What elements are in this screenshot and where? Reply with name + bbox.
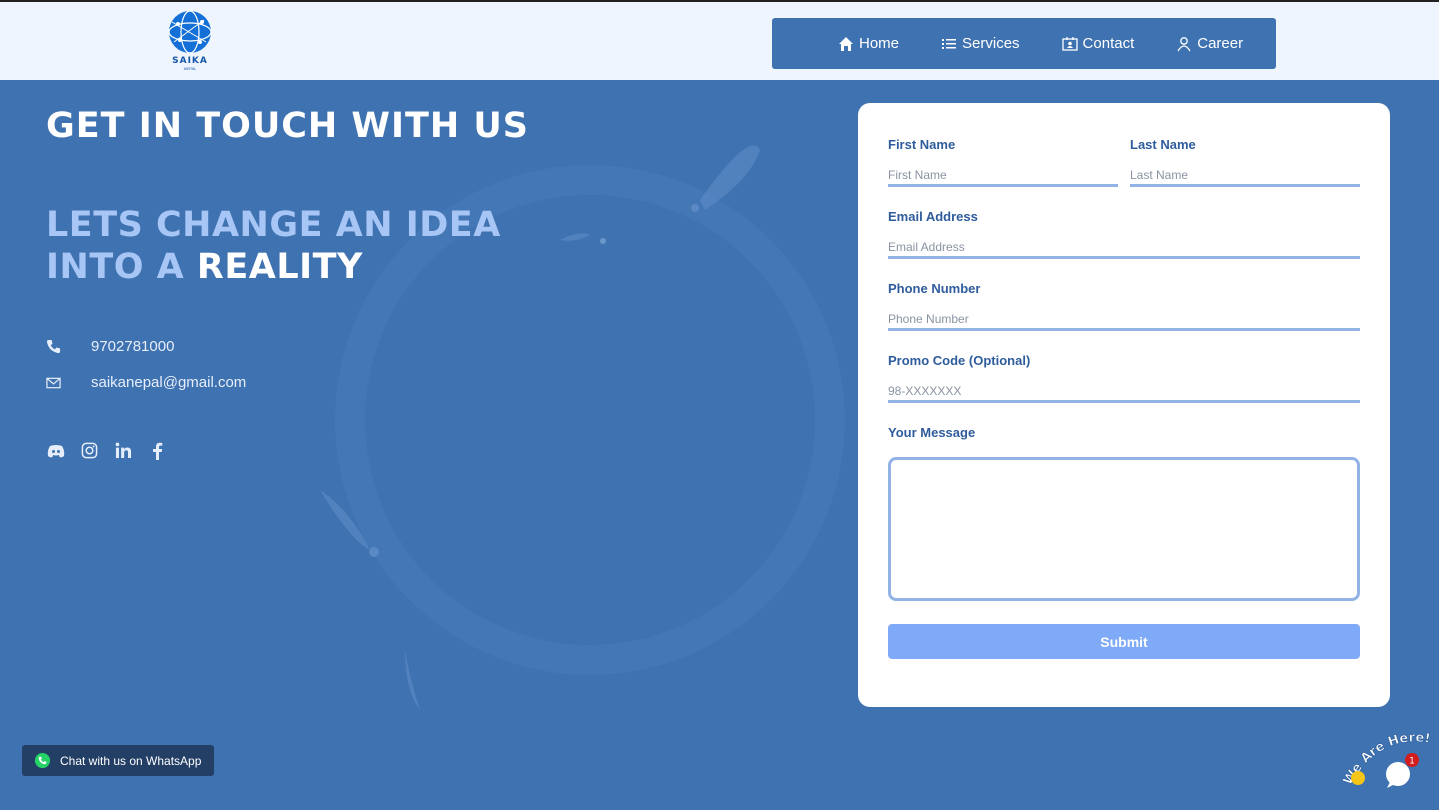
tagline-line2: INTO A REALITY xyxy=(46,246,501,288)
logo-text: SAIKA xyxy=(172,56,208,66)
tagline: LETS CHANGE AN IDEA INTO A REALITY xyxy=(46,204,501,288)
tagline-line1: LETS CHANGE AN IDEA xyxy=(46,205,501,245)
nav-services[interactable]: Services xyxy=(941,35,1020,52)
email-input[interactable] xyxy=(888,237,1360,259)
globe-icon xyxy=(168,10,212,54)
nav-contact-label: Contact xyxy=(1082,35,1135,52)
home-icon xyxy=(839,36,853,51)
message-textarea[interactable] xyxy=(888,457,1360,601)
nav-contact[interactable]: Contact xyxy=(1061,35,1135,52)
page-title: GET IN TOUCH WITH US xyxy=(46,106,530,146)
list-icon xyxy=(942,38,957,49)
saika-logo[interactable]: SAIKA NEPAL xyxy=(166,10,214,74)
phone-number: 9702781000 xyxy=(91,338,175,355)
tagline-part2: INTO A xyxy=(46,247,197,287)
whatsapp-icon xyxy=(34,752,51,769)
submit-button[interactable]: Submit xyxy=(888,624,1360,659)
whatsapp-label: Chat with us on WhatsApp xyxy=(60,753,202,768)
user-icon xyxy=(1177,36,1191,51)
email-address: saikanepal@gmail.com xyxy=(91,374,247,391)
linkedin-icon[interactable] xyxy=(114,441,133,460)
email-label: Email Address xyxy=(888,209,978,224)
wave-hand-icon xyxy=(1351,771,1365,785)
nav-home-label: Home xyxy=(859,35,900,52)
chat-bubble-icon xyxy=(1386,762,1410,788)
last-name-input[interactable] xyxy=(1130,165,1360,187)
phone-icon xyxy=(46,339,91,354)
logo-subtext: NEPAL xyxy=(183,66,197,71)
nav-services-label: Services xyxy=(962,35,1020,52)
discord-icon[interactable] xyxy=(46,441,65,460)
phone-row[interactable]: 9702781000 xyxy=(46,338,174,355)
message-label: Your Message xyxy=(888,425,976,440)
phone-label: Phone Number xyxy=(888,281,981,296)
nav-career[interactable]: Career xyxy=(1176,35,1243,52)
mail-icon xyxy=(46,377,91,389)
phone-input[interactable] xyxy=(888,309,1360,331)
facebook-icon[interactable] xyxy=(148,441,167,460)
promo-code-label: Promo Code (Optional) xyxy=(888,353,1031,368)
contact-card-icon xyxy=(1061,36,1078,51)
tagline-highlight: REALITY xyxy=(196,247,363,287)
main-nav: Home Services Contact Career xyxy=(772,18,1276,69)
notification-count: 1 xyxy=(1409,757,1415,767)
nav-home[interactable]: Home xyxy=(838,35,899,52)
nav-career-label: Career xyxy=(1197,35,1244,52)
instagram-icon[interactable] xyxy=(80,441,99,460)
promo-code-input[interactable] xyxy=(888,381,1360,403)
email-row[interactable]: saikanepal@gmail.com xyxy=(46,374,246,391)
chat-widget[interactable]: We Are Here! 1 xyxy=(1340,726,1439,810)
first-name-input[interactable] xyxy=(888,165,1118,187)
social-links xyxy=(46,441,167,460)
contact-form: First Name Last Name Email Address Phone… xyxy=(858,103,1390,707)
last-name-label: Last Name xyxy=(1130,137,1196,152)
first-name-label: First Name xyxy=(888,137,956,152)
top-header: SAIKA NEPAL Home Services Contact Career xyxy=(0,0,1439,80)
whatsapp-chat-button[interactable]: Chat with us on WhatsApp xyxy=(22,745,214,776)
